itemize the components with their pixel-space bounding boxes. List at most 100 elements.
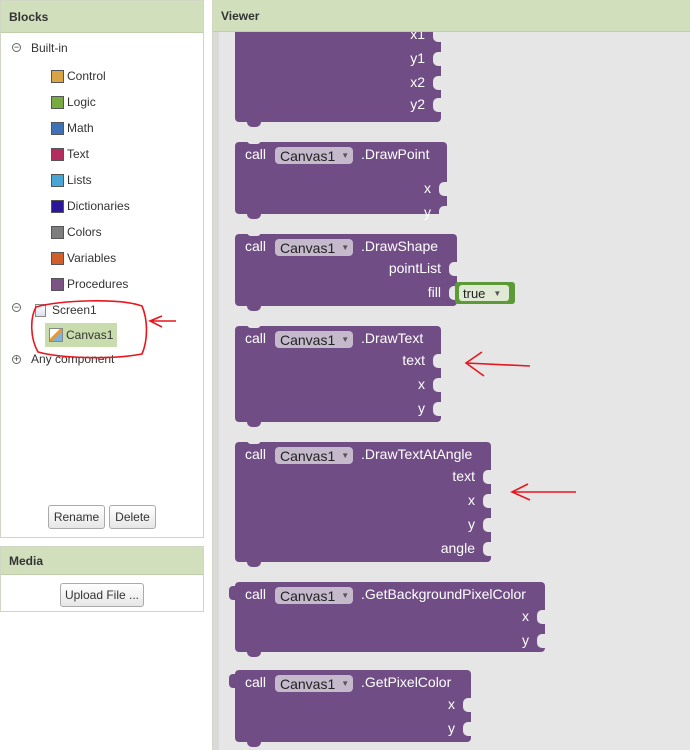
param-label-y: y — [448, 720, 455, 736]
component-dropdown[interactable]: Canvas1 ▼ — [275, 147, 354, 164]
procedure-block[interactable]: call Canvas1 ▼ .GetBackgroundPixelColor x y — [229, 582, 545, 657]
tree-item-procedures[interactable]: Procedures — [51, 274, 128, 294]
screen-icon — [35, 303, 46, 317]
category-label: Colors — [67, 225, 102, 239]
param-label-text: text — [402, 352, 425, 368]
viewer-panel: Viewer x1 y1 x2 y2 call Canvas1 ▼ .DrawPoint x y c… — [212, 0, 690, 750]
param-socket[interactable] — [439, 182, 447, 196]
block-next-connector — [247, 739, 261, 747]
tree-item-canvas1[interactable]: Canvas1 — [45, 323, 118, 347]
component-dropdown[interactable]: Canvas1 ▼ — [275, 587, 354, 604]
category-label: Math — [67, 121, 94, 135]
logic-true-block[interactable]: true ▼ — [455, 282, 515, 304]
param-label-fill: fill — [427, 284, 441, 300]
procedure-block[interactable]: call Canvas1 ▼ .DrawPoint x y — [235, 139, 447, 220]
expand-any-component-icon[interactable]: + — [12, 355, 21, 364]
component-dropdown-label: Canvas1 — [280, 331, 336, 348]
collapse-builtin-icon[interactable]: − — [12, 43, 21, 52]
boolean-dropdown[interactable]: true ▼ — [459, 285, 509, 301]
dictionaries-swatch-icon — [51, 199, 64, 213]
param-socket[interactable] — [537, 634, 545, 648]
tree-item-dictionaries[interactable]: Dictionaries — [51, 196, 130, 216]
component-label: Canvas1 — [66, 328, 114, 342]
param-socket[interactable] — [449, 262, 457, 276]
block-prev-connector — [247, 323, 261, 328]
param-socket[interactable] — [463, 698, 471, 712]
block-output-plug — [229, 586, 237, 600]
tree-item-lists[interactable]: Lists — [51, 170, 92, 190]
param-socket[interactable] — [483, 518, 491, 532]
param-label-x1: x1 — [410, 32, 425, 42]
block-next-connector — [247, 419, 261, 427]
block-output-plug — [229, 674, 237, 688]
category-label: Text — [67, 147, 90, 161]
param-socket[interactable] — [433, 52, 441, 66]
method-label: .DrawTextAtAngle — [361, 446, 473, 462]
logic-swatch-icon — [51, 95, 64, 109]
collapse-screen-icon[interactable]: − — [12, 303, 21, 312]
viewer-title: Viewer — [213, 0, 690, 32]
canvas-icon — [49, 328, 63, 342]
component-dropdown[interactable]: Canvas1 ▼ — [275, 331, 354, 348]
tree-item-any-component[interactable]: Any component — [31, 349, 114, 369]
call-label: call — [245, 330, 267, 346]
tree-item-control[interactable]: Control — [51, 66, 106, 86]
call-label: call — [245, 238, 267, 254]
param-label-y1: y1 — [410, 50, 425, 66]
tree-item-builtin[interactable]: Built-in — [31, 38, 68, 58]
param-socket[interactable] — [433, 378, 441, 392]
param-label-y: y — [418, 400, 425, 416]
delete-button[interactable]: Delete — [109, 505, 156, 529]
category-label: Logic — [67, 95, 96, 109]
call-label: call — [245, 674, 267, 690]
tree-item-colors[interactable]: Colors — [51, 222, 102, 242]
param-socket[interactable] — [537, 610, 545, 624]
component-dropdown[interactable]: Canvas1 ▼ — [275, 239, 354, 256]
procedures-swatch-icon — [51, 277, 64, 291]
component-dropdown-label: Canvas1 — [280, 239, 336, 256]
block-next-connector — [247, 211, 261, 219]
param-socket[interactable] — [439, 206, 447, 220]
category-label: Control — [67, 69, 106, 83]
rename-button[interactable]: Rename — [48, 505, 105, 529]
param-socket[interactable] — [483, 494, 491, 508]
param-label-x2: x2 — [410, 74, 425, 90]
chevron-down-icon: ▼ — [341, 591, 350, 600]
tree-item-math[interactable]: Math — [51, 118, 94, 138]
param-socket[interactable] — [433, 98, 441, 112]
component-dropdown-label: Canvas1 — [280, 447, 336, 464]
procedure-block[interactable]: call Canvas1 ▼ .DrawTextAtAngle text x y angle — [235, 439, 491, 567]
component-dropdown[interactable]: Canvas1 ▼ — [275, 675, 354, 692]
param-socket[interactable] — [433, 76, 441, 90]
param-socket[interactable] — [483, 542, 491, 556]
tree-item-text[interactable]: Text — [51, 144, 89, 164]
procedure-block[interactable]: call Canvas1 ▼ .DrawText text x y — [235, 323, 441, 427]
upload-file-button[interactable]: Upload File ... — [60, 583, 144, 607]
procedure-block[interactable]: call Canvas1 ▼ .DrawShape pointList fill true ▼ — [235, 231, 515, 311]
colors-swatch-icon — [51, 225, 64, 239]
blocks-workspace[interactable]: x1 y1 x2 y2 call Canvas1 ▼ .DrawPoint x y call Canv… — [213, 32, 690, 750]
component-dropdown[interactable]: Canvas1 ▼ — [275, 447, 354, 464]
procedure-block[interactable]: x1 y1 x2 y2 — [235, 32, 441, 127]
component-dropdown-label: Canvas1 — [280, 147, 336, 164]
param-label-pointlist: pointList — [388, 260, 441, 276]
param-label-y: y — [522, 632, 529, 648]
block-next-connector — [247, 119, 261, 127]
param-socket[interactable] — [483, 470, 491, 484]
tree-item-logic[interactable]: Logic — [51, 92, 96, 112]
math-swatch-icon — [51, 121, 64, 135]
param-socket[interactable] — [463, 722, 471, 736]
call-label: call — [245, 146, 267, 162]
param-socket[interactable] — [433, 32, 441, 42]
call-label: call — [245, 446, 267, 462]
param-socket[interactable] — [433, 354, 441, 368]
procedure-block[interactable]: call Canvas1 ▼ .GetPixelColor x y — [229, 670, 471, 747]
tree-item-screen1[interactable]: Screen1 — [35, 300, 97, 320]
param-socket[interactable] — [433, 402, 441, 416]
blocks-panel-title: Blocks — [1, 1, 203, 33]
media-panel-title: Media — [1, 547, 203, 575]
tree-item-variables[interactable]: Variables — [51, 248, 116, 268]
chevron-down-icon: ▼ — [341, 243, 350, 252]
method-label: .DrawShape — [361, 238, 439, 254]
media-panel: Media Upload File ... — [0, 546, 204, 612]
